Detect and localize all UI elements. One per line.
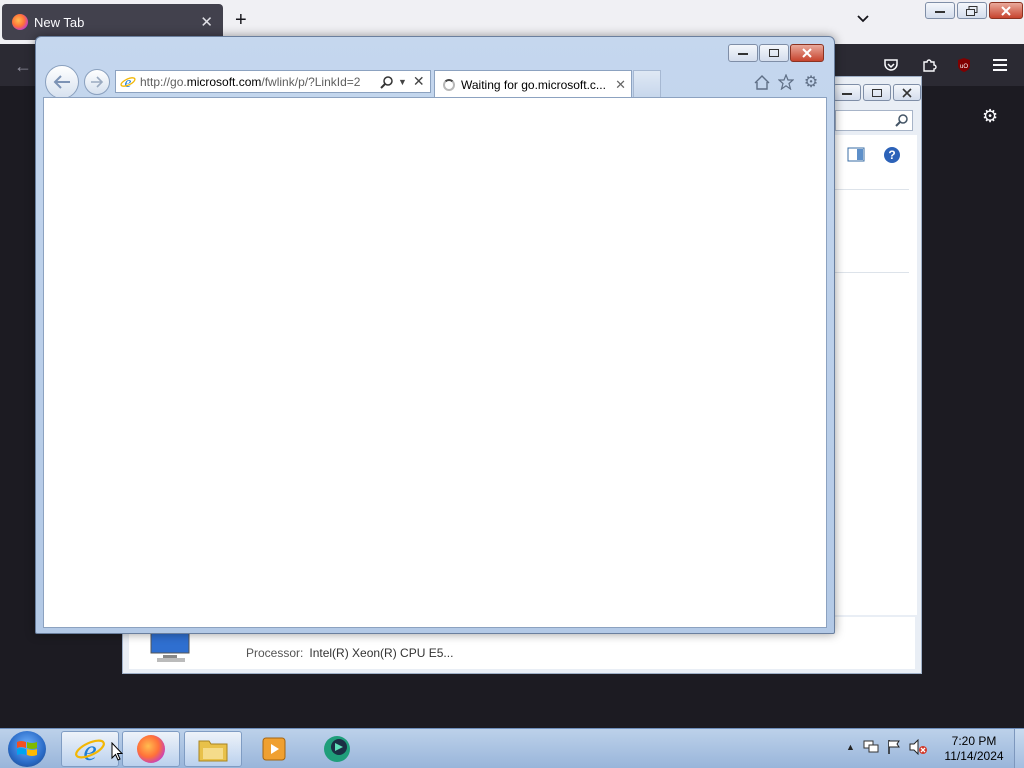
search-icon: [895, 114, 908, 127]
firefox-tab-new-tab[interactable]: New Tab ✕: [2, 4, 223, 40]
help-icon[interactable]: ?: [883, 146, 901, 164]
svg-text:?: ?: [888, 148, 895, 162]
gear-icon[interactable]: ⚙: [982, 106, 998, 127]
taskbar-firefox[interactable]: [122, 731, 180, 767]
app-circle-icon: [324, 736, 350, 762]
address-url: http://go.microsoft.com/fwlink/p/?LinkId…: [140, 75, 376, 89]
loading-spinner-icon: [443, 78, 455, 91]
svg-text:e: e: [125, 75, 132, 90]
extensions-icon[interactable]: [918, 54, 940, 76]
taskbar-app[interactable]: [308, 731, 366, 767]
change-view-icon[interactable]: [847, 147, 865, 163]
firefox-icon: [12, 14, 28, 30]
new-tab-button[interactable]: [633, 70, 661, 97]
processor-value: Intel(R) Xeon(R) CPU E5...: [309, 646, 454, 660]
maximize-button[interactable]: [759, 44, 789, 62]
divider: [833, 272, 909, 273]
windows-start-icon[interactable]: [8, 731, 46, 767]
show-desktop-button[interactable]: [1014, 729, 1024, 768]
show-hidden-icons-icon[interactable]: ▲: [846, 742, 855, 752]
new-tab-button[interactable]: +: [235, 10, 247, 30]
control-panel-content: [833, 135, 917, 615]
internet-explorer-window: e http://go.microsoft.com/fwlink/p/?Link…: [35, 36, 835, 634]
computer-monitor-icon: [150, 633, 190, 662]
control-panel-window-controls: [833, 84, 921, 101]
taskbar: e ▲ 7:20 PM 11/14/2024: [0, 728, 1024, 768]
stop-button[interactable]: ✕: [413, 73, 425, 90]
back-arrow-icon[interactable]: ←: [14, 56, 32, 77]
back-button[interactable]: [45, 65, 79, 99]
firefox-icon: [137, 735, 165, 763]
ie-window-controls: [728, 44, 824, 62]
minimize-button[interactable]: [833, 84, 861, 101]
close-button[interactable]: [790, 44, 824, 62]
mouse-cursor-icon: [111, 742, 123, 761]
processor-label: Processor:: [246, 646, 304, 660]
chevron-down-icon[interactable]: [856, 12, 870, 26]
restore-button[interactable]: [957, 2, 987, 19]
forward-button[interactable]: [84, 69, 110, 95]
firefox-window-controls: [925, 2, 1023, 19]
close-button[interactable]: [893, 84, 921, 101]
clock-time: 7:20 PM: [951, 734, 997, 748]
clock-date: 11/14/2024: [944, 749, 1004, 763]
favorites-star-icon[interactable]: [777, 73, 795, 91]
ublock-icon[interactable]: uO: [953, 54, 975, 76]
tools-gear-icon[interactable]: ⚙: [802, 73, 820, 91]
url-domain: microsoft.com: [186, 74, 262, 89]
taskbar-clock[interactable]: 7:20 PM 11/14/2024: [940, 734, 1008, 764]
close-button[interactable]: [989, 2, 1023, 19]
home-icon[interactable]: [753, 73, 771, 91]
pocket-icon[interactable]: [880, 54, 902, 76]
search-icon[interactable]: [380, 75, 394, 89]
tab-title: Waiting for go.microsoft.c...: [461, 77, 606, 92]
menu-icon[interactable]: [989, 54, 1011, 76]
tab-close-button[interactable]: ✕: [200, 13, 213, 31]
minimize-button[interactable]: [925, 2, 955, 19]
ie-icon: e: [75, 734, 105, 765]
url-prefix: http://go.: [140, 74, 187, 89]
svg-text:uO: uO: [960, 64, 968, 70]
volume-muted-icon[interactable]: [909, 739, 927, 755]
url-path: /fwlink/p/?LinkId=2: [261, 74, 361, 89]
forward-arrow-icon: [91, 76, 104, 88]
ie-tab-loading[interactable]: Waiting for go.microsoft.c... ✕: [434, 70, 632, 98]
taskbar-windows-explorer[interactable]: [184, 731, 242, 767]
system-tray: ▲: [846, 739, 927, 755]
tab-close-button[interactable]: ✕: [615, 77, 626, 93]
control-panel-search-input[interactable]: [835, 110, 913, 131]
network-icon[interactable]: [863, 740, 879, 754]
address-bar[interactable]: e http://go.microsoft.com/fwlink/p/?Link…: [115, 70, 431, 93]
svg-text:e: e: [83, 734, 96, 765]
maximize-button[interactable]: [863, 84, 891, 101]
ie-page-content: [43, 97, 827, 628]
media-player-icon: [262, 737, 286, 761]
taskbar-media-player[interactable]: [245, 731, 303, 767]
ie-icon: e: [120, 75, 136, 90]
tab-label: New Tab: [34, 14, 85, 30]
divider: [833, 189, 909, 190]
minimize-button[interactable]: [728, 44, 758, 62]
flag-icon[interactable]: [887, 739, 901, 755]
explorer-folder-icon: [198, 740, 228, 762]
back-arrow-icon: [53, 75, 70, 89]
address-dropdown-icon[interactable]: ▼: [398, 77, 407, 87]
